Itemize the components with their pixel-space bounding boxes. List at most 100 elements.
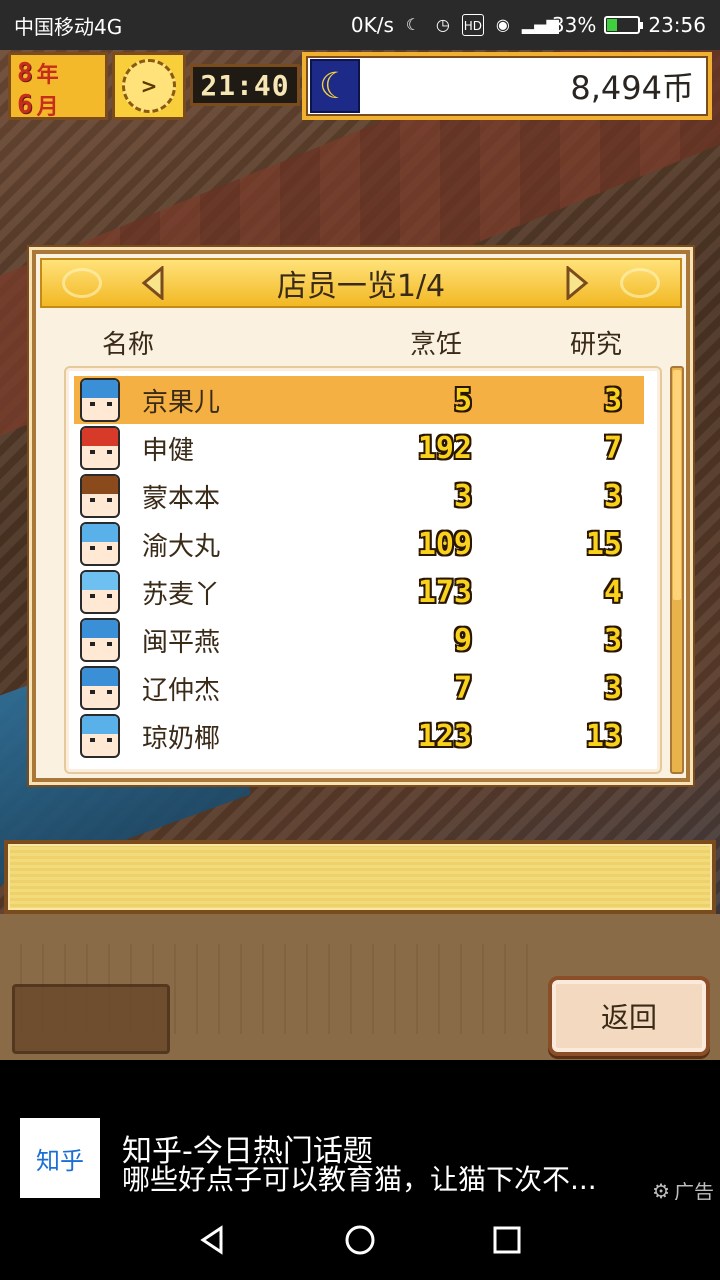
date-number-1: 8 bbox=[17, 58, 33, 88]
staff-list-dialog: 店员一览1/4 名称 烹饪 研究 京果儿 5 3 申健 192 7 蒙本本 3 3 渝大丸 109 1… bbox=[32, 250, 690, 782]
swirl-ornament-left bbox=[62, 268, 102, 298]
money-panel: ☾ 8,494币 bbox=[302, 52, 712, 120]
system-nav-bar bbox=[0, 1200, 720, 1280]
hd-icon: HD bbox=[461, 14, 484, 36]
staff-name: 闽平燕 bbox=[142, 627, 221, 658]
dialog-header: 店员一览1/4 bbox=[40, 258, 682, 308]
battery-percent: 33% bbox=[551, 13, 597, 37]
ad-banner[interactable]: 知乎 知乎-今日热门话题 哪些好点子可以教育猫，让猫下次不... ⚙ 广告 bbox=[0, 1060, 720, 1204]
battery-icon bbox=[604, 16, 644, 34]
avatar-eyes bbox=[90, 450, 112, 454]
staff-name: 申健 bbox=[142, 435, 195, 466]
staff-research-value: 7 bbox=[603, 430, 622, 466]
column-header-name[interactable]: 名称 bbox=[102, 324, 154, 361]
staff-row[interactable]: 辽仲杰 7 3 bbox=[74, 664, 644, 712]
staff-avatar bbox=[80, 426, 120, 470]
staff-avatar bbox=[80, 522, 120, 566]
staff-research-value: 3 bbox=[603, 622, 622, 658]
avatar-hair bbox=[82, 572, 118, 590]
swirl-ornament-right bbox=[620, 268, 660, 298]
game-scene[interactable]: 8 年 6 月 > 21:40 ☾ 8,494币 店员一览1/4 名称 烹饪 研… bbox=[0, 50, 720, 1060]
staff-list[interactable]: 京果儿 5 3 申健 192 7 蒙本本 3 3 渝大丸 109 15 苏麦丫 173 4 闽平燕 9 3 辽仲杰 7… bbox=[64, 366, 662, 774]
staff-avatar bbox=[80, 618, 120, 662]
money-amount: 8,494币 bbox=[570, 69, 694, 107]
avatar-eyes bbox=[90, 498, 112, 502]
avatar-hair bbox=[82, 524, 118, 542]
dialog-title: 店员一览1/4 bbox=[276, 269, 446, 304]
avatar-hair bbox=[82, 620, 118, 638]
staff-row[interactable]: 闽平燕 9 3 bbox=[74, 616, 644, 664]
signal-icon: ▂▄▆ bbox=[521, 15, 559, 34]
status-time: 23:56 bbox=[648, 13, 706, 37]
top-hud: 8 年 6 月 > 21:40 ☾ 8,494币 bbox=[4, 52, 716, 122]
avatar-eyes bbox=[90, 738, 112, 742]
avatar-hair bbox=[82, 380, 118, 398]
staff-row[interactable]: 京果儿 5 3 bbox=[74, 376, 644, 424]
moon-status-icon: ☾ bbox=[405, 15, 421, 34]
next-page-button[interactable] bbox=[562, 266, 592, 300]
staff-row[interactable]: 渝大丸 109 15 bbox=[74, 520, 644, 568]
staff-name: 京果儿 bbox=[142, 387, 221, 418]
avatar-hair bbox=[82, 476, 118, 494]
staff-avatar bbox=[80, 474, 120, 518]
staff-row[interactable]: 申健 192 7 bbox=[74, 424, 644, 472]
moon-icon: ☾ bbox=[310, 59, 360, 113]
column-header-cooking[interactable]: 烹饪 bbox=[410, 324, 462, 361]
bottom-menu: 返回 bbox=[0, 914, 720, 1060]
staff-row[interactable]: 琼奶椰 123 13 bbox=[74, 712, 644, 760]
date-row-1: 8 年 bbox=[17, 57, 99, 89]
staff-research-value: 4 bbox=[603, 574, 622, 610]
avatar-eyes bbox=[90, 594, 112, 598]
nav-back-button[interactable] bbox=[193, 1220, 233, 1260]
staff-research-value: 15 bbox=[585, 526, 622, 562]
net-speed: 0K/s bbox=[350, 13, 394, 37]
chevron-left-icon bbox=[141, 266, 164, 300]
date-panel: 8 年 6 月 bbox=[8, 52, 108, 120]
avatar-eyes bbox=[90, 546, 112, 550]
staff-name: 渝大丸 bbox=[142, 531, 221, 562]
column-header-research[interactable]: 研究 bbox=[570, 324, 622, 361]
staff-name: 蒙本本 bbox=[142, 483, 221, 514]
zhihu-logo[interactable]: 知乎 bbox=[20, 1118, 100, 1198]
nav-recents-button[interactable] bbox=[487, 1220, 527, 1260]
battery-fill bbox=[607, 19, 618, 31]
prev-page-button[interactable] bbox=[138, 266, 168, 300]
staff-name: 苏麦丫 bbox=[142, 579, 221, 610]
message-panel bbox=[4, 840, 716, 914]
date-unit-1: 年 bbox=[36, 63, 59, 88]
date-row-2: 6 月 bbox=[17, 89, 99, 121]
staff-row[interactable]: 蒙本本 3 3 bbox=[74, 472, 644, 520]
staff-cooking-value: 109 bbox=[417, 526, 472, 562]
staff-avatar bbox=[80, 666, 120, 710]
ad-subtitle[interactable]: 哪些好点子可以教育猫，让猫下次不... bbox=[122, 1158, 662, 1198]
speed-clock-button[interactable]: > bbox=[112, 52, 186, 120]
list-scrollbar[interactable] bbox=[670, 366, 684, 774]
triangle-back-icon bbox=[200, 1225, 223, 1255]
staff-row[interactable]: 苏麦丫 173 4 bbox=[74, 568, 644, 616]
staff-cooking-value: 123 bbox=[417, 718, 472, 754]
avatar-eyes bbox=[90, 642, 112, 646]
avatar-hair bbox=[82, 428, 118, 446]
nav-home-button[interactable] bbox=[340, 1220, 380, 1260]
scrollbar-thumb[interactable] bbox=[673, 370, 681, 600]
avatar-hair bbox=[82, 668, 118, 686]
carrier-label: 中国移动4G bbox=[14, 14, 123, 39]
staff-cooking-value: 3 bbox=[453, 478, 472, 514]
status-bar: 中国移动4G 0K/s ☾ ◷ HD ◉ ▂▄▆ 33% 23:56 bbox=[0, 0, 720, 50]
date-number-2: 6 bbox=[17, 90, 33, 120]
ad-settings-icon[interactable]: ⚙ bbox=[652, 1179, 670, 1203]
game-time: 21:40 bbox=[190, 64, 300, 106]
staff-avatar bbox=[80, 378, 120, 422]
circle-home-icon bbox=[345, 1225, 375, 1255]
staff-cooking-value: 173 bbox=[417, 574, 472, 610]
avatar-eyes bbox=[90, 402, 112, 406]
staff-avatar bbox=[80, 714, 120, 758]
staff-research-value: 3 bbox=[603, 382, 622, 418]
staff-research-value: 3 bbox=[603, 478, 622, 514]
clock-icon: > bbox=[122, 59, 176, 113]
back-button[interactable]: 返回 bbox=[548, 976, 710, 1056]
menu-slot[interactable] bbox=[12, 984, 170, 1054]
staff-research-value: 3 bbox=[603, 670, 622, 706]
staff-name: 琼奶椰 bbox=[142, 723, 221, 754]
chevron-right-icon bbox=[566, 266, 589, 300]
